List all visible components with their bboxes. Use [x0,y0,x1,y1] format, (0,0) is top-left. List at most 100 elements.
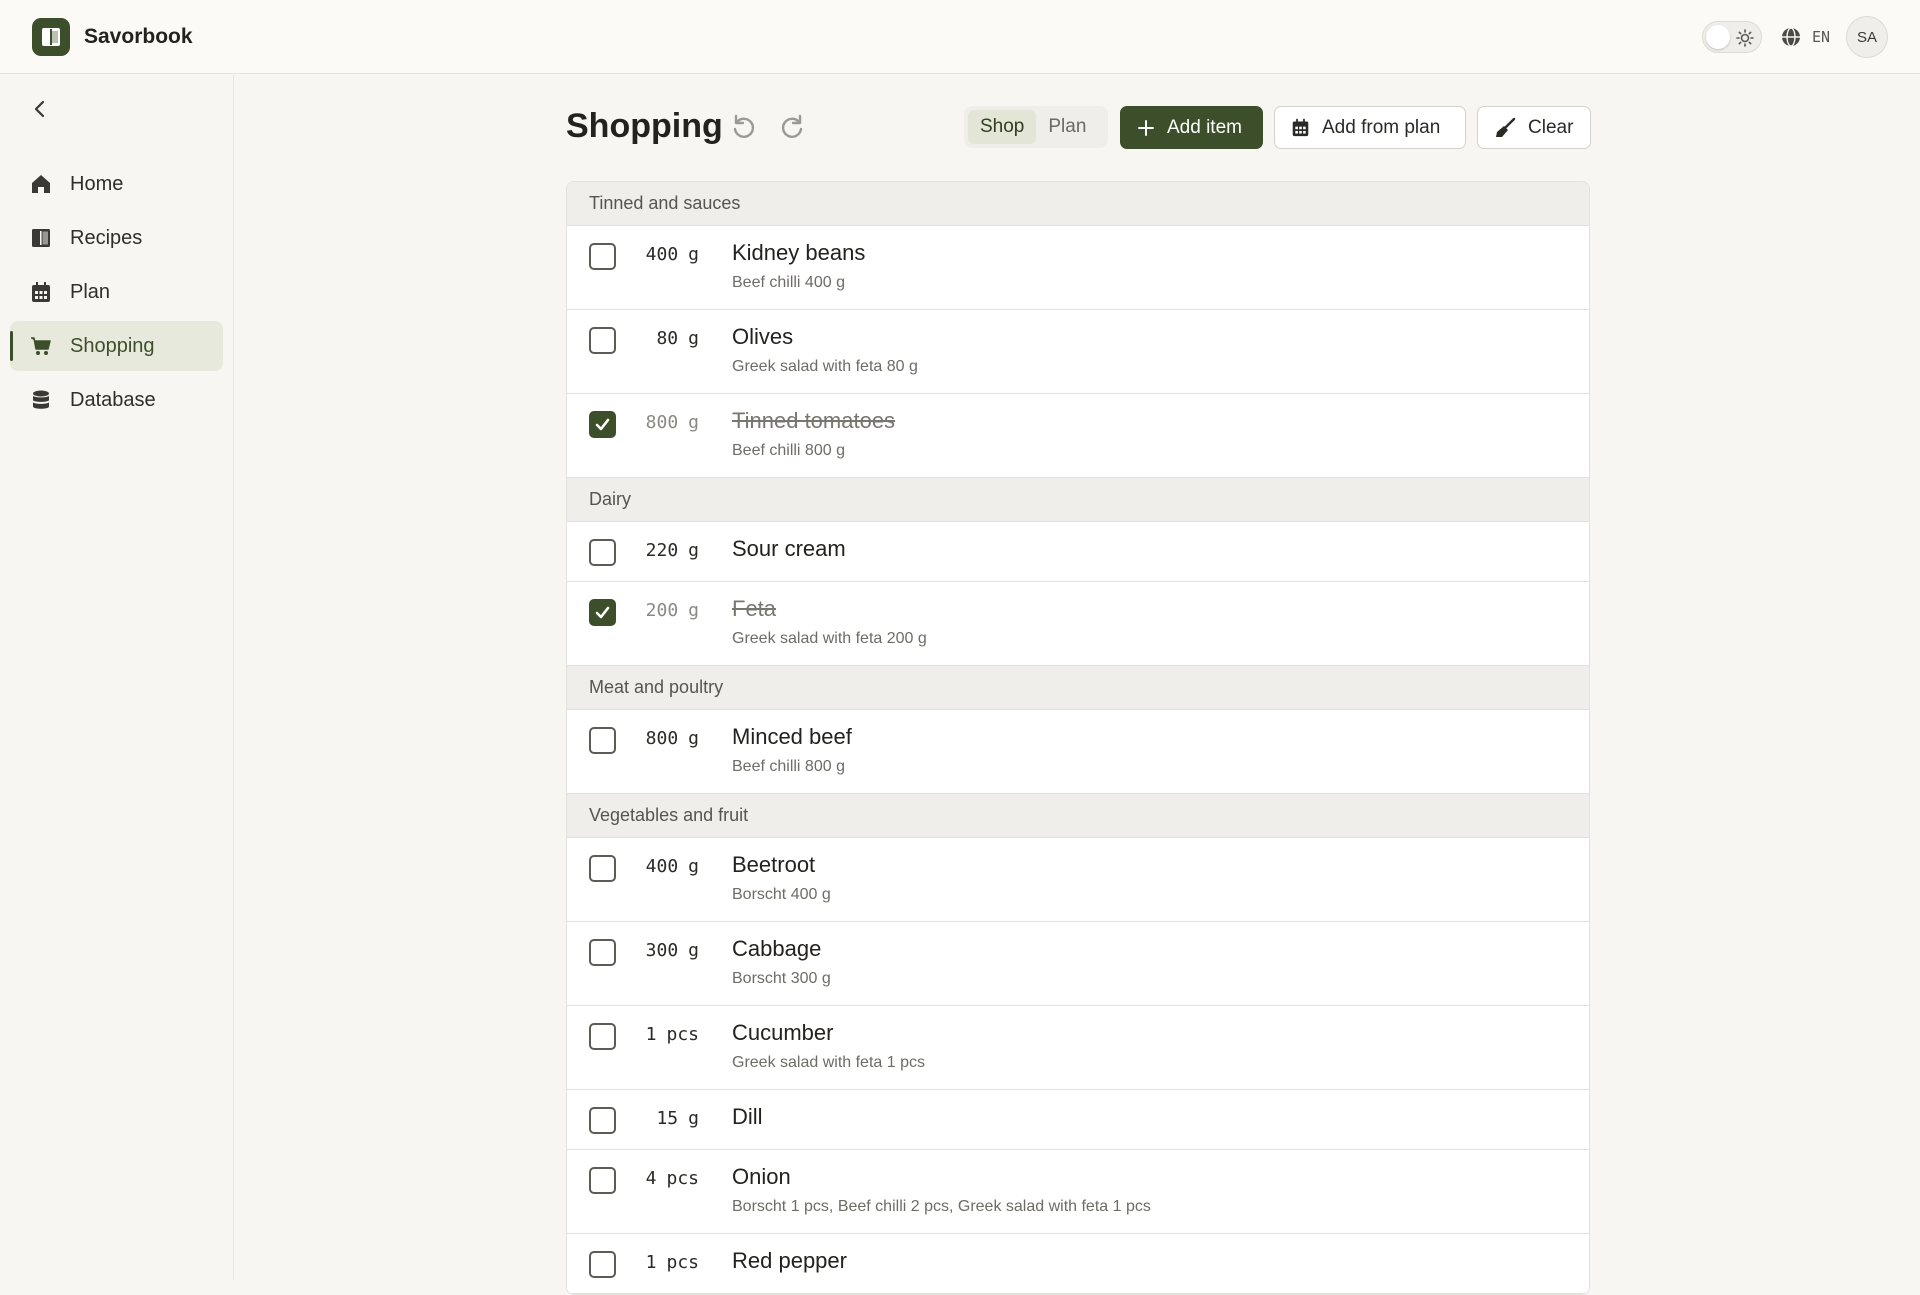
item-name[interactable]: Cabbage [732,936,821,962]
item-name[interactable]: Feta [732,596,776,622]
sidebar-item-home[interactable]: Home [10,159,223,209]
language-switcher[interactable]: EN [1780,26,1830,48]
item-checkbox[interactable] [589,1107,616,1134]
plus-icon [1138,119,1154,136]
item-name[interactable]: Beetroot [732,852,815,878]
sidebar-item-recipes[interactable]: Recipes [10,213,223,263]
item-name[interactable]: Dill [732,1104,763,1130]
item-source: Beef chilli 800 g [732,758,845,775]
undo-icon[interactable] [730,113,758,141]
avatar[interactable]: SA [1846,16,1888,58]
item-checkbox[interactable] [589,1023,616,1050]
item-quantity: 800 g [645,412,699,433]
sidebar-item-label: Recipes [70,226,143,249]
sidebar-item-plan[interactable]: Plan [10,267,223,317]
check-icon [595,418,610,431]
sidebar-item-shopping[interactable]: Shopping [10,321,223,371]
item-source: Borscht 1 pcs, Beef chilli 2 pcs, Greek … [732,1198,1151,1215]
sidebar-item-label: Database [70,388,156,411]
theme-toggle[interactable] [1701,21,1762,53]
list-item: 15 g Dill [567,1090,1589,1150]
item-checkbox[interactable] [589,855,616,882]
add-from-plan-button[interactable]: Add from plan [1274,106,1466,149]
item-checkbox[interactable] [589,327,616,354]
view-segmented-control: Shop Plan [964,106,1108,148]
broom-icon [1496,117,1516,137]
group-header: Tinned and sauces [567,182,1589,226]
item-source: Beef chilli 400 g [732,274,845,291]
cart-icon [30,335,52,357]
item-quantity: 15 g [656,1108,699,1129]
item-name[interactable]: Red pepper [732,1248,847,1274]
group-header: Meat and poultry [567,666,1589,710]
item-checkbox[interactable] [589,599,616,626]
item-name[interactable]: Onion [732,1164,791,1190]
list-item: 1 pcs Red pepper [567,1234,1589,1294]
list-item: 4 pcs Onion Borscht 1 pcs, Beef chilli 2 … [567,1150,1589,1234]
item-source: Greek salad with feta 1 pcs [732,1054,925,1071]
top-bar: Savorbook EN SA [0,0,1920,74]
list-item: 300 g Cabbage Borscht 300 g [567,922,1589,1006]
item-checkbox[interactable] [589,411,616,438]
segment-plan[interactable]: Plan [1036,110,1098,144]
item-name[interactable]: Tinned tomatoes [732,408,895,434]
sidebar-item-database[interactable]: Database [10,375,223,425]
clear-label: Clear [1528,116,1574,138]
item-quantity: 4 pcs [645,1168,699,1189]
item-quantity: 400 g [645,856,699,877]
home-icon [30,173,52,195]
collapse-sidebar-icon[interactable] [28,97,52,121]
sidebar-item-label: Home [70,172,124,195]
item-checkbox[interactable] [589,1167,616,1194]
calendar-icon [1292,118,1309,137]
add-item-button[interactable]: Add item [1120,106,1263,149]
item-quantity: 300 g [645,940,699,961]
redo-icon[interactable] [778,113,806,141]
database-icon [30,389,52,411]
check-icon [595,606,610,619]
segment-shop[interactable]: Shop [968,110,1037,144]
globe-icon [1781,27,1800,47]
item-checkbox[interactable] [589,939,616,966]
item-name[interactable]: Olives [732,324,793,350]
item-quantity: 200 g [645,600,699,621]
item-quantity: 400 g [645,244,699,265]
item-source: Borscht 400 g [732,886,831,903]
item-source: Greek salad with feta 80 g [732,358,918,375]
item-name[interactable]: Minced beef [732,724,852,750]
book-icon [30,227,52,249]
list-item: 800 g Minced beef Beef chilli 800 g [567,710,1589,794]
item-name[interactable]: Kidney beans [732,240,865,266]
logo-icon [32,17,70,56]
item-source: Borscht 300 g [732,970,831,987]
item-quantity: 80 g [656,328,699,349]
sidebar: Home Recipes Plan Shopping Database [0,75,234,1280]
item-quantity: 1 pcs [645,1252,699,1273]
page-header: Shopping Shop Plan Add item Add from pla… [566,75,1591,181]
list-item: 1 pcs Cucumber Greek salad with feta 1 pc… [567,1006,1589,1090]
language-code: EN [1811,28,1830,46]
item-name[interactable]: Cucumber [732,1020,833,1046]
toggle-knob [1705,25,1730,49]
item-quantity: 1 pcs [645,1024,699,1045]
add-from-plan-label: Add from plan [1322,116,1441,138]
list-item: 800 g Tinned tomatoes Beef chilli 800 g [567,394,1589,478]
add-item-label: Add item [1167,116,1242,138]
item-name[interactable]: Sour cream [732,536,846,562]
sidebar-nav: Home Recipes Plan Shopping Database [10,159,223,429]
item-source: Greek salad with feta 200 g [732,630,927,647]
list-item: 400 g Beetroot Borscht 400 g [567,838,1589,922]
item-checkbox[interactable] [589,1251,616,1278]
item-source: Beef chilli 800 g [732,442,845,459]
brand[interactable]: Savorbook [32,17,193,56]
group-header: Vegetables and fruit [567,794,1589,838]
list-item: 400 g Kidney beans Beef chilli 400 g [567,226,1589,310]
item-checkbox[interactable] [589,539,616,566]
list-item: 220 g Sour cream [567,522,1589,582]
item-checkbox[interactable] [589,243,616,270]
item-quantity: 800 g [645,728,699,749]
item-checkbox[interactable] [589,727,616,754]
clear-button[interactable]: Clear [1477,106,1591,149]
sidebar-item-label: Shopping [70,334,155,357]
app-name: Savorbook [84,24,193,48]
